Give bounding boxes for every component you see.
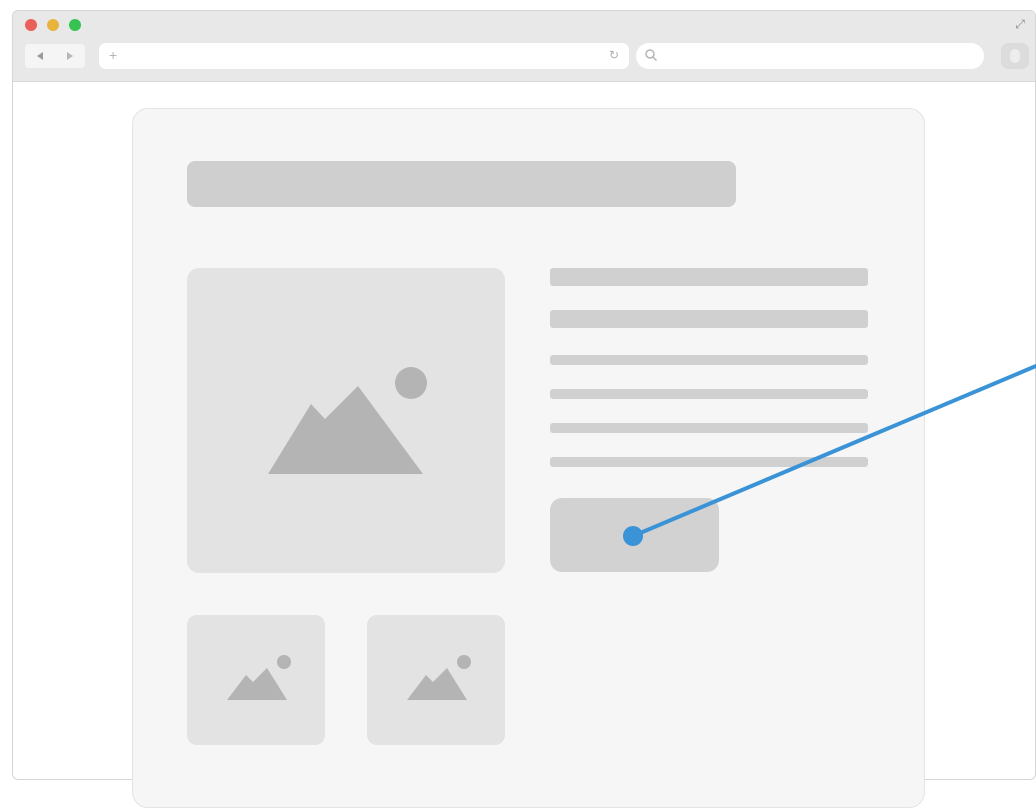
close-window-button[interactable] xyxy=(25,19,37,31)
page-title-placeholder xyxy=(187,161,736,207)
minimize-window-button[interactable] xyxy=(47,19,59,31)
text-line-placeholder xyxy=(550,423,868,433)
nav-button-group xyxy=(25,44,85,68)
image-placeholder-icon xyxy=(268,367,427,474)
thumbnail-image[interactable] xyxy=(367,615,505,745)
search-icon xyxy=(645,49,658,62)
image-placeholder-icon xyxy=(227,655,291,700)
fullscreen-expand-icon[interactable]: ⤢ xyxy=(1013,17,1027,31)
address-bar[interactable]: + ↻ xyxy=(99,43,629,69)
reload-icon[interactable]: ↻ xyxy=(609,48,619,62)
back-arrow-icon xyxy=(37,52,43,60)
image-placeholder-icon xyxy=(407,655,471,700)
extension-icon xyxy=(1010,49,1020,63)
thumbnail-image[interactable] xyxy=(187,615,325,745)
text-line-placeholder xyxy=(550,268,868,286)
search-input[interactable] xyxy=(636,43,984,69)
forward-arrow-icon xyxy=(67,52,73,60)
new-tab-icon[interactable]: + xyxy=(109,47,117,63)
back-button[interactable] xyxy=(25,44,55,68)
text-line-placeholder xyxy=(550,389,868,399)
browser-toolbar: ⤢ + ↻ xyxy=(13,11,1035,82)
text-line-placeholder xyxy=(550,457,868,467)
extension-button[interactable] xyxy=(1001,43,1029,69)
text-line-placeholder xyxy=(550,355,868,365)
forward-button[interactable] xyxy=(55,44,85,68)
text-line-placeholder xyxy=(550,310,868,328)
cta-button[interactable] xyxy=(550,498,719,572)
main-image-placeholder[interactable] xyxy=(187,268,505,573)
maximize-window-button[interactable] xyxy=(69,19,81,31)
